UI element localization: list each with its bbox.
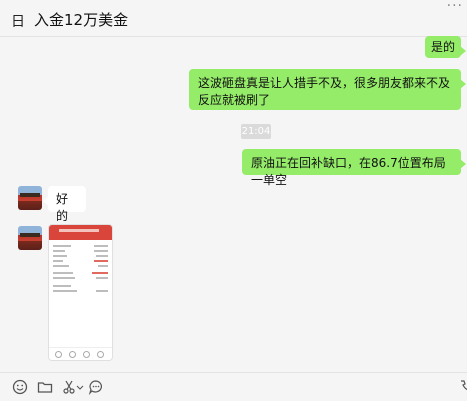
message-timestamp: 21:04: [241, 124, 271, 139]
more-options-icon[interactable]: ...: [447, 0, 463, 10]
message-bubble-sent[interactable]: 原油正在回补缺口，在86.7位置布局一单空: [242, 149, 466, 187]
call-icon[interactable]: [458, 379, 467, 395]
chat-header: 日 入金12万美金 ...: [0, 0, 467, 37]
window-icon: 日: [11, 14, 25, 30]
folder-icon[interactable]: [37, 379, 53, 395]
message-bubble-received[interactable]: 好的: [43, 186, 86, 223]
chevron-down-icon[interactable]: [76, 379, 84, 395]
input-toolbar: [0, 372, 467, 401]
message-bubble-sent[interactable]: 是的: [425, 36, 466, 58]
chat-bubble-icon[interactable]: [88, 379, 104, 395]
message-text: 这波砸盘真是让人措手不及，很多朋友都来不及反应就被刷了: [198, 76, 451, 107]
message-text: 原油正在回补缺口，在86.7位置布局一单空: [251, 156, 446, 187]
message-bubble-sent[interactable]: 这波砸盘真是让人措手不及，很多朋友都来不及反应就被刷了: [189, 69, 466, 110]
message-text: 是的: [431, 40, 456, 54]
contact-avatar[interactable]: [18, 226, 42, 250]
contact-avatar[interactable]: [18, 186, 42, 210]
emoji-icon[interactable]: [12, 379, 28, 395]
message-text: 好的: [56, 192, 69, 223]
chat-title: 入金12万美金: [34, 11, 129, 29]
trade-screenshot-image[interactable]: [48, 224, 113, 361]
